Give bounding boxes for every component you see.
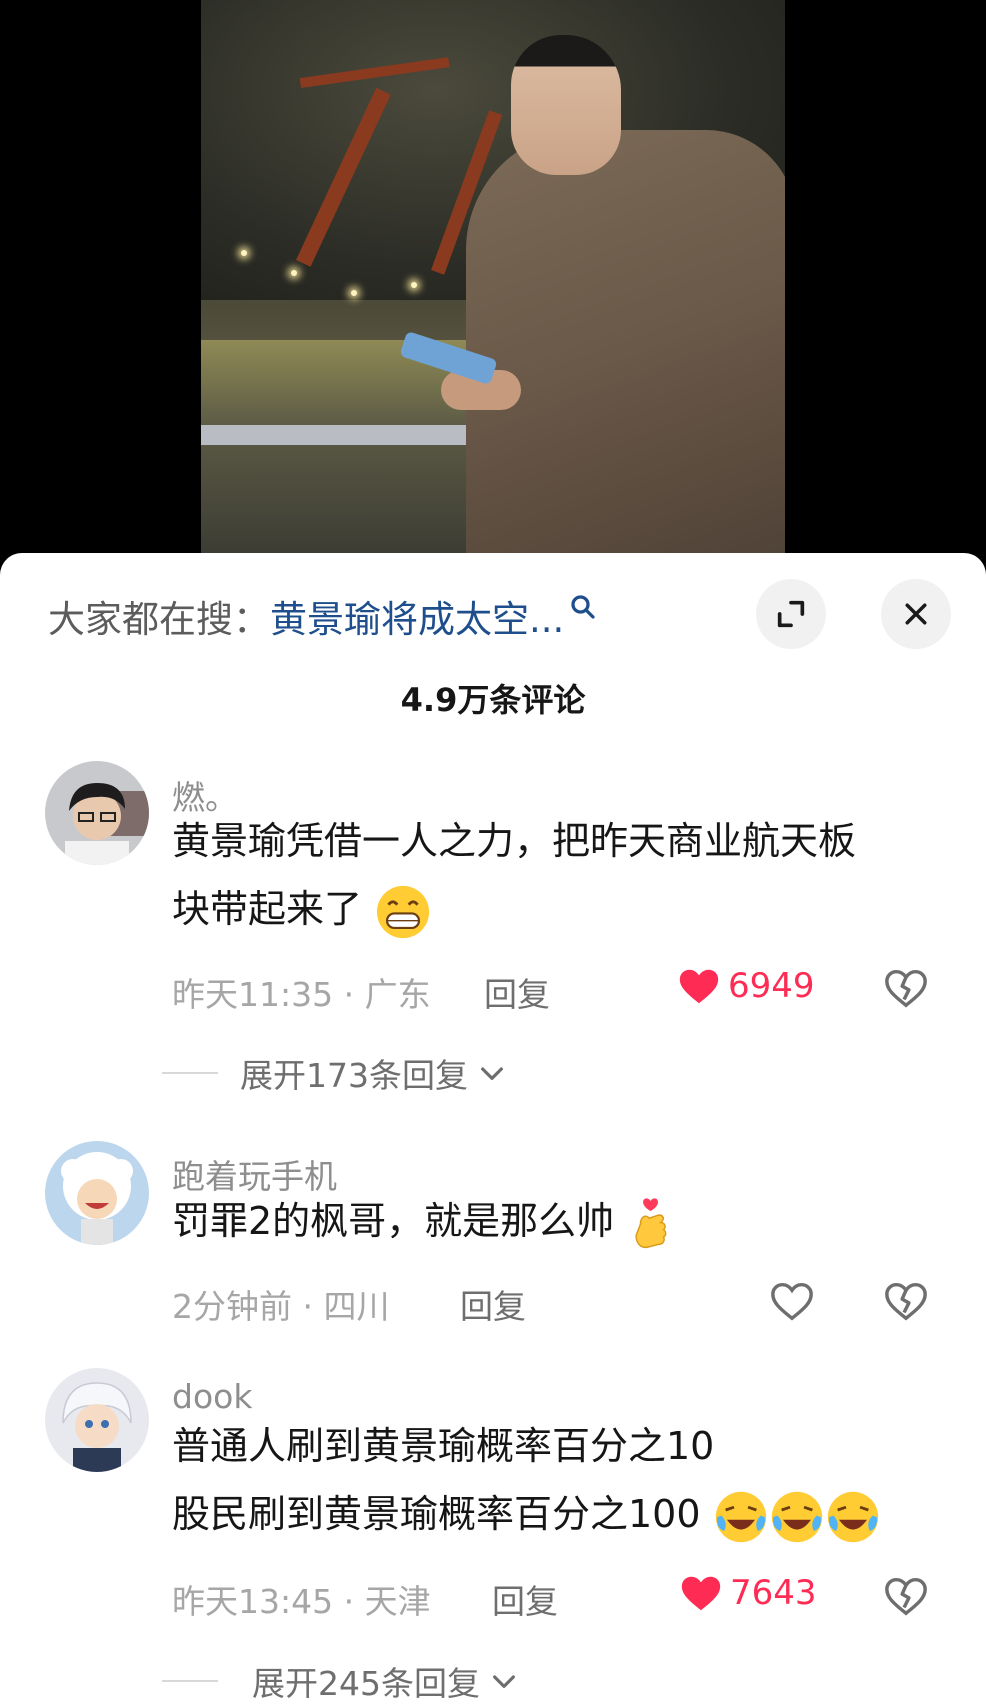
meta-separator: ·	[333, 975, 365, 1014]
chevron-down-icon	[493, 1675, 515, 1688]
divider-line	[162, 1072, 218, 1074]
heart-filled-icon	[681, 1576, 721, 1611]
laughing-crying-emoji	[827, 1491, 878, 1542]
comment-text: 普通人刷到黄景瑜概率百分之10 股民刷到黄景瑜概率百分之100	[172, 1412, 942, 1548]
expand-replies-label: 展开245条回复	[252, 1664, 480, 1703]
comments-sheet: 大家都在搜： 黄景瑜将成太空... 4.9万条评论 燃。 黄景瑜凭借一人之力，把…	[0, 553, 986, 1707]
avatar[interactable]	[45, 761, 149, 865]
search-term[interactable]: 黄景瑜将成太空...	[270, 589, 564, 643]
video-player[interactable]	[0, 0, 986, 560]
person-head	[511, 35, 621, 175]
video-frame[interactable]	[201, 0, 785, 560]
meta-separator: ·	[333, 1582, 365, 1621]
expand-replies-label: 展开173条回复	[240, 1056, 468, 1095]
comment-text-line: 块带起来了	[172, 875, 942, 943]
heart-outline-icon[interactable]	[769, 1278, 815, 1324]
grin-emoji	[377, 885, 430, 938]
close-icon	[905, 603, 927, 625]
like-count: 7643	[730, 1573, 817, 1613]
comment-meta: 昨天11:35 · 广东	[172, 968, 431, 1016]
laughing-crying-emoji	[771, 1491, 822, 1542]
expand-button[interactable]	[756, 579, 826, 649]
comment-location: 天津	[364, 1582, 431, 1621]
dislike-icon[interactable]	[883, 1573, 929, 1619]
search-label: 大家都在搜：	[48, 598, 270, 641]
street-light	[351, 290, 357, 296]
comment-text-segment: 股民刷到黄景瑜概率百分之100	[172, 1492, 701, 1536]
heart-filled-icon	[679, 969, 719, 1004]
divider-line	[162, 1680, 218, 1682]
search-icon[interactable]	[568, 592, 598, 622]
comment-meta: 2分钟前 · 四川	[172, 1280, 389, 1328]
comment-time: 2分钟前	[172, 1287, 292, 1326]
like-button[interactable]: 7643	[678, 1570, 817, 1616]
comment-text-line: 普通人刷到黄景瑜概率百分之10	[172, 1424, 715, 1468]
expand-replies-button[interactable]: 展开245条回复	[162, 1657, 520, 1705]
comment-meta: 昨天13:45 · 天津	[172, 1575, 431, 1623]
search-suggestion[interactable]: 大家都在搜： 黄景瑜将成太空...	[48, 591, 598, 641]
reply-button[interactable]: 回复	[484, 968, 550, 1016]
dislike-icon[interactable]	[883, 1278, 929, 1324]
expand-replies-button[interactable]: 展开173条回复	[162, 1049, 508, 1097]
comment-location: 广东	[364, 975, 431, 1014]
comment-text-segment: 块带起来了	[172, 887, 363, 931]
like-button[interactable]: 6949	[676, 963, 815, 1009]
reply-button[interactable]: 回复	[492, 1575, 558, 1623]
dislike-icon[interactable]	[883, 965, 929, 1011]
chevron-down-icon	[481, 1067, 503, 1080]
street-light	[411, 282, 417, 288]
like-count: 6949	[728, 966, 815, 1006]
reply-button[interactable]: 回复	[460, 1280, 526, 1328]
comment-text-line: 股民刷到黄景瑜概率百分之100	[172, 1480, 942, 1548]
street-light	[241, 250, 247, 256]
comment-text-line: 罚罪2的枫哥，就是那么帅	[172, 1187, 942, 1255]
street-light	[291, 270, 297, 276]
comment-text: 罚罪2的枫哥，就是那么帅	[172, 1187, 942, 1255]
comment-count-title: 4.9万条评论	[400, 681, 586, 719]
comment-text-segment: 罚罪2的枫哥，就是那么帅	[172, 1199, 615, 1243]
comment-text: 黄景瑜凭借一人之力，把昨天商业航天板 块带起来了	[172, 807, 942, 943]
close-button[interactable]	[881, 579, 951, 649]
expand-icon	[777, 600, 805, 628]
person-jacket	[466, 130, 785, 560]
laughing-crying-emoji	[715, 1491, 766, 1542]
meta-separator: ·	[292, 1287, 324, 1326]
finger-heart-emoji	[635, 1197, 667, 1248]
avatar[interactable]	[45, 1141, 149, 1245]
comment-time: 昨天11:35	[172, 975, 334, 1014]
avatar[interactable]	[45, 1368, 149, 1472]
comment-username[interactable]: dook	[172, 1377, 252, 1416]
comment-text-line: 黄景瑜凭借一人之力，把昨天商业航天板	[172, 819, 857, 863]
comment-location: 四川	[323, 1287, 390, 1326]
comment-time: 昨天13:45	[172, 1582, 334, 1621]
